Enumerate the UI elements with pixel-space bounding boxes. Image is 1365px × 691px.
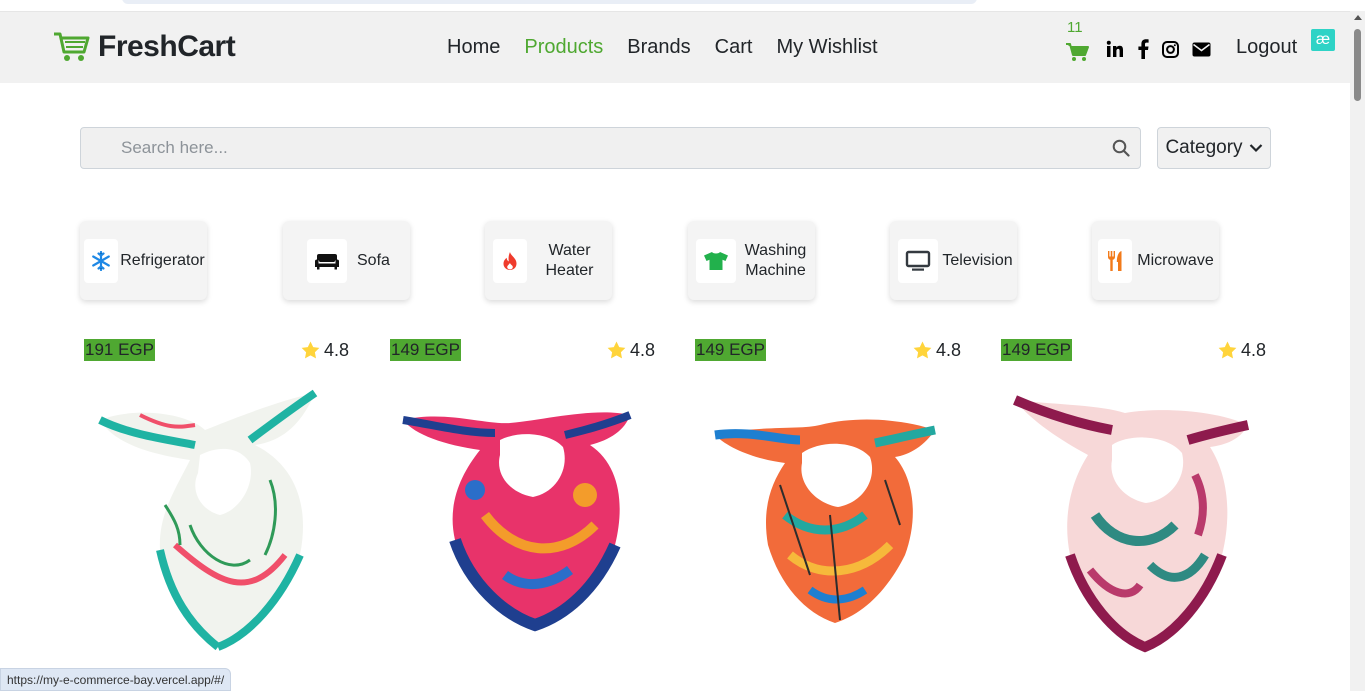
product-image[interactable] [690, 385, 960, 655]
nav-link-brands[interactable]: Brands [627, 36, 690, 59]
product-rating: 4.8 [607, 339, 655, 361]
browser-top-strip [0, 0, 1365, 11]
category-label: Refrigerator [120, 251, 205, 269]
search-icon[interactable] [1112, 139, 1130, 157]
category-dropdown-button[interactable]: Category [1157, 127, 1271, 169]
category-label: Television [942, 251, 1013, 269]
category-dropdown-label: Category [1165, 137, 1243, 158]
star-icon [607, 341, 626, 359]
utensils-icon [1098, 238, 1132, 283]
brand-name: FreshCart [98, 30, 236, 63]
navbar: FreshCart Home Products Brands Cart My W… [0, 11, 1350, 83]
sofa-icon [307, 238, 347, 283]
product-rating: 4.8 [301, 339, 349, 361]
scroll-up-arrow-icon[interactable] [1354, 15, 1362, 20]
category-card-sofa[interactable]: Sofa [283, 221, 410, 300]
product-price: 149 EGP [695, 339, 766, 361]
cart-icon [1066, 43, 1089, 61]
category-card-refrigerator[interactable]: Refrigerator [80, 221, 207, 300]
product-price: 149 EGP [1001, 339, 1072, 361]
search-bar [80, 127, 1141, 169]
brand-logo[interactable]: FreshCart [52, 30, 236, 64]
cart-button[interactable]: 11 [1065, 18, 1091, 66]
envelope-icon[interactable] [1192, 42, 1211, 62]
nav-links: Home Products Brands Cart My Wishlist [447, 36, 878, 59]
monitor-icon [898, 238, 938, 283]
nav-link-cart[interactable]: Cart [715, 36, 753, 59]
category-label: Sofa [357, 251, 390, 269]
category-card-washing-machine[interactable]: Washing Machine [688, 221, 815, 300]
cart-logo-icon [54, 32, 90, 61]
browser-address-pill [122, 0, 977, 4]
cart-count-badge: 11 [1067, 19, 1083, 36]
product-image[interactable] [80, 385, 350, 655]
product-rating: 4.8 [913, 339, 961, 361]
star-icon [301, 341, 320, 359]
star-icon [913, 341, 932, 359]
extension-badge[interactable]: æ [1311, 29, 1335, 51]
rating-value: 4.8 [324, 340, 350, 360]
product-image[interactable] [1000, 385, 1270, 655]
search-input[interactable] [121, 136, 1081, 160]
logout-link[interactable]: Logout [1236, 36, 1297, 59]
product-price: 149 EGP [390, 339, 461, 361]
rating-value: 4.8 [936, 340, 962, 360]
category-card-water-heater[interactable]: Water Heater [485, 221, 612, 300]
browser-status-url: https://my-e-commerce-bay.vercel.app/#/ [0, 668, 232, 691]
category-card-television[interactable]: Television [890, 221, 1017, 300]
product-price: 191 EGP [84, 339, 155, 361]
linkedin-icon[interactable] [1106, 40, 1124, 63]
nav-link-home[interactable]: Home [447, 36, 500, 59]
social-links [1106, 39, 1211, 64]
category-label: Washing Machine [744, 241, 807, 279]
category-card-microwave[interactable]: Microwave [1092, 221, 1219, 300]
product-image[interactable] [385, 385, 655, 655]
instagram-icon[interactable] [1162, 40, 1179, 63]
nav-link-products[interactable]: Products [524, 36, 603, 59]
scrollbar-thumb[interactable] [1354, 29, 1361, 101]
fire-icon [493, 238, 527, 283]
page-scrollbar[interactable] [1350, 11, 1365, 691]
nav-link-wishlist[interactable]: My Wishlist [776, 36, 877, 59]
rating-value: 4.8 [1241, 340, 1267, 360]
category-label: Microwave [1137, 251, 1214, 269]
product-rating: 4.8 [1218, 339, 1266, 361]
category-label: Water Heater [545, 241, 594, 279]
facebook-icon[interactable] [1137, 39, 1149, 64]
snowflake-icon [84, 238, 118, 283]
star-icon [1218, 341, 1237, 359]
tshirt-icon [696, 238, 736, 283]
chevron-down-icon [1249, 144, 1262, 153]
rating-value: 4.8 [630, 340, 656, 360]
